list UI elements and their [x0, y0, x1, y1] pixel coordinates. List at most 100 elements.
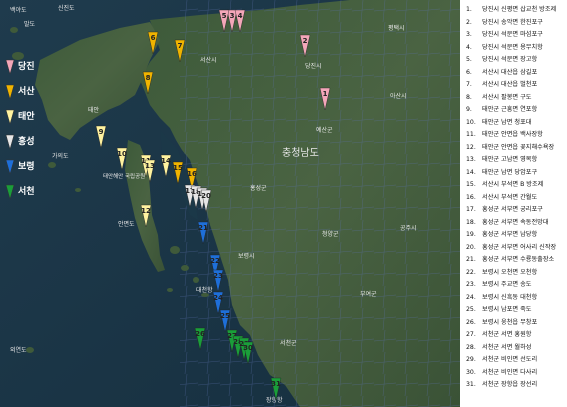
site-list-number: 10. [466, 118, 476, 126]
site-marker-number-21: 21 [198, 224, 208, 232]
site-list-number: 2. [466, 18, 472, 26]
site-list-item: 6. 서산시 대산읍 삼길포 [466, 69, 537, 76]
site-list-name: 당진시 석문면 용무치항 [482, 43, 543, 51]
site-list-name: 태안군 남면 당암포구 [482, 168, 538, 176]
site-list-item: 4. 당진시 석문면 용무치항 [466, 44, 543, 51]
site-list-number: 27. [466, 331, 476, 338]
site-list-name: 서산시 팔봉면 구도 [482, 93, 532, 101]
legend-label-3: 홍성 [18, 135, 35, 147]
site-list-number: 9. [466, 106, 472, 113]
site-marker-number-23: 23 [213, 272, 223, 280]
label-taean: 태안 [88, 106, 100, 114]
site-list-number: 3. [466, 31, 472, 38]
site-marker-number-15: 15 [173, 164, 183, 172]
site-list-item: 22. 보령시 오천면 오천항 [466, 269, 537, 276]
label-yesan: 예산군 [316, 126, 333, 134]
site-marker-number-8: 8 [146, 74, 151, 82]
site-list-item: 29. 서천군 비인면 선도리 [466, 356, 537, 363]
label-gongju: 공주시 [400, 225, 417, 232]
site-list-item: 20. 홍성군 서부면 어사리 신작장 [466, 244, 556, 251]
site-list-number: 31. [466, 381, 476, 388]
site-list-item: 18. 홍성군 서부면 속동전망대 [466, 219, 549, 226]
label-cheongyang: 청양군 [322, 230, 339, 238]
site-list-name: 보령시 주교면 송도 [482, 281, 532, 288]
site-list-number: 13. [466, 156, 476, 163]
site-list-name: 태안군 남면 청포대 [482, 118, 532, 126]
site-marker-number-13: 13 [145, 162, 155, 170]
site-list-name: 서산시 부석면 간월도 [482, 193, 538, 201]
site-list-number: 29. [466, 356, 476, 363]
figure: 백야도 신진도 말도 가의도 외연도 충청남도 서산시 당진시 보령시 서천군 … [0, 0, 567, 407]
site-list-name: 보령시 신흑동 대천항 [482, 293, 538, 301]
site-marker-number-24: 24 [213, 294, 223, 302]
label-dangjin: 당진시 [305, 62, 322, 70]
label-janghang: 장항항 [266, 396, 283, 404]
site-list-number: 14. [466, 168, 476, 176]
site-list-item: 5. 당진시 석문면 장고항 [466, 56, 537, 63]
site-list-item: 31. 서천군 장항읍 장선리 [466, 381, 537, 388]
site-list-item: 17. 홍성군 서부면 궁리포구 [466, 206, 543, 213]
site-list-item: 7. 서산시 대산읍 벌천포 [466, 81, 537, 88]
site-marker-number-26: 26 [195, 330, 205, 338]
site-list-item: 3. 당진시 석문면 마섬포구 [466, 31, 543, 38]
label-baekaedo: 백야도 [10, 6, 27, 14]
site-list-number: 24. [466, 293, 476, 301]
site-list-name: 태안군 안면읍 꽃지해수욕장 [482, 143, 555, 151]
site-marker-number-5: 5 [222, 12, 227, 20]
legend-label-0: 당진 [18, 60, 35, 72]
site-list-name: 홍성군 서부면 어사리 신작장 [482, 243, 557, 251]
site-marker-number-7: 7 [178, 42, 183, 50]
site-list-name: 당진시 신평면 삽교천 방조제 [482, 6, 557, 13]
site-list-item: 9. 태안군 근흥면 연포항 [466, 106, 537, 113]
site-list-number: 21. [466, 256, 476, 263]
label-daecheon: 대천항 [196, 286, 213, 294]
site-list-item: 27. 서천군 서면 홍원항 [466, 331, 531, 338]
site-list-number: 15. [466, 181, 476, 188]
site-list-item: 13. 태안군 고남면 영목항 [466, 156, 537, 163]
satellite-map[interactable]: 백야도 신진도 말도 가의도 외연도 충청남도 서산시 당진시 보령시 서천군 … [0, 0, 460, 407]
site-list-number: 4. [466, 43, 472, 51]
site-list-item: 12. 태안군 안면읍 꽃지해수욕장 [466, 144, 554, 151]
site-list-item: 19. 홍성군 서부면 남당항 [466, 231, 537, 238]
label-gaeuiido: 가의도 [52, 152, 69, 160]
site-list-name: 보령시 오천면 오천항 [482, 268, 538, 276]
site-list-number: 8. [466, 93, 472, 101]
site-marker-number-10: 10 [117, 150, 127, 158]
site-marker-number-4: 4 [238, 12, 243, 20]
site-marker-number-3: 3 [230, 12, 235, 20]
site-list-name: 당진시 석문면 장고항 [482, 56, 538, 63]
site-list-number: 1. [466, 6, 472, 13]
label-seocheon: 서천군 [280, 339, 297, 347]
site-list-name: 홍성군 서부면 속동전망대 [482, 218, 549, 226]
label-oeyeondo: 외연도 [10, 346, 27, 354]
site-list-name: 서천군 비인면 다사리 [482, 368, 538, 376]
site-list-number: 22. [466, 268, 476, 276]
legend-label-5: 서천 [18, 185, 35, 197]
site-list-name: 서천군 장항읍 장선리 [482, 381, 538, 388]
site-list-item: 16. 서산시 부석면 간월도 [466, 194, 537, 201]
site-marker-number-12: 12 [141, 207, 151, 215]
site-list-item: 30. 서천군 비인면 다사리 [466, 369, 537, 376]
site-list-number: 19. [466, 231, 476, 238]
label-hongseong: 홍성군 [250, 184, 267, 192]
site-list-number: 7. [466, 81, 472, 88]
label-asan: 아산시 [390, 92, 407, 100]
site-list-item: 15. 서산시 부석면 B 방조제 [466, 181, 543, 188]
site-list-number: 26. [466, 318, 476, 326]
site-list-item: 10. 태안군 남면 청포대 [466, 119, 531, 126]
legend-label-2: 태안 [18, 110, 35, 122]
site-list-name: 태안군 근흥면 연포항 [482, 106, 538, 113]
label-sinjindo: 신진도 [58, 4, 75, 12]
site-list-name: 당진시 석문면 마섬포구 [482, 31, 543, 38]
site-list-number: 18. [466, 218, 476, 226]
label-pyeongtaek: 평택시 [388, 24, 405, 32]
site-list-number: 16. [466, 193, 476, 201]
site-list-name: 태안군 안면읍 백사장항 [482, 131, 543, 138]
label-maldo: 말도 [24, 20, 36, 28]
site-list-number: 20. [466, 243, 476, 251]
site-marker-number-1: 1 [323, 90, 328, 98]
site-list-item: 11. 태안군 안면읍 백사장항 [466, 131, 543, 138]
site-list-item: 25. 보령시 남포면 죽도 [466, 306, 531, 313]
label-anmyeondo: 안면도 [118, 220, 135, 228]
legend-label-1: 서산 [18, 85, 35, 97]
